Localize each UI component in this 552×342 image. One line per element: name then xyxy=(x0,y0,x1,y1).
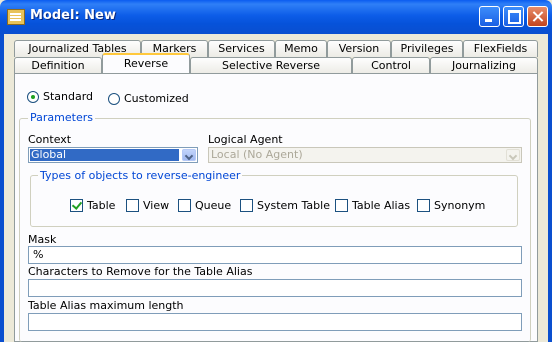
table-checkbox-label: Table xyxy=(87,199,116,212)
customized-radio[interactable] xyxy=(108,93,120,105)
types-legend: Types of objects to reverse-engineer xyxy=(38,169,243,182)
view-checkbox-label: View xyxy=(143,199,170,212)
tab-flexfields[interactable]: FlexFields xyxy=(463,40,538,57)
synonym-checkbox-label: Synonym xyxy=(434,199,486,212)
queue-checkbox[interactable] xyxy=(178,199,191,212)
mask-input[interactable]: % xyxy=(28,246,522,264)
queue-checkbox-label: Queue xyxy=(195,199,232,212)
tab-journalizing[interactable]: Journalizing xyxy=(430,57,538,74)
context-label: Context xyxy=(28,133,72,146)
tab-memo[interactable]: Memo xyxy=(275,40,327,57)
title-bar: Model: New xyxy=(0,0,552,34)
chevron-down-icon[interactable] xyxy=(182,149,196,161)
logical-agent-value: Local (No Agent) xyxy=(211,148,303,161)
context-value: Global xyxy=(30,149,179,161)
system-table-checkbox[interactable] xyxy=(240,199,253,212)
tab-selective-reverse[interactable]: Selective Reverse xyxy=(190,57,352,74)
tab-version[interactable]: Version xyxy=(327,40,391,57)
table-checkbox[interactable] xyxy=(70,199,83,212)
alias-maxlen-input[interactable] xyxy=(28,313,522,331)
alias-maxlen-label: Table Alias maximum length xyxy=(28,299,184,312)
window-title: Model: New xyxy=(30,8,116,23)
tab-control[interactable]: Control xyxy=(352,57,430,74)
minimize-button[interactable] xyxy=(479,6,500,27)
table-alias-checkbox-label: Table Alias xyxy=(352,199,411,212)
chevron-down-icon xyxy=(506,149,520,161)
chars-remove-label: Characters to Remove for the Table Alias xyxy=(28,265,253,278)
model-icon xyxy=(7,9,25,25)
tab-definition[interactable]: Definition xyxy=(14,57,102,74)
mask-label: Mask xyxy=(28,233,57,246)
standard-radio[interactable] xyxy=(27,91,39,103)
tab-reverse[interactable]: Reverse xyxy=(102,53,190,73)
system-table-checkbox-label: System Table xyxy=(257,199,330,212)
logical-agent-select: Local (No Agent) xyxy=(208,147,522,163)
close-button[interactable] xyxy=(527,6,548,27)
view-checkbox[interactable] xyxy=(126,199,139,212)
synonym-checkbox[interactable] xyxy=(417,199,430,212)
table-alias-checkbox[interactable] xyxy=(335,199,348,212)
tab-privileges[interactable]: Privileges xyxy=(391,40,463,57)
chars-remove-input[interactable] xyxy=(28,279,522,297)
customized-label: Customized xyxy=(124,92,189,105)
logical-agent-label: Logical Agent xyxy=(208,133,283,146)
parameters-legend: Parameters xyxy=(28,111,95,124)
standard-label: Standard xyxy=(43,90,94,103)
context-select[interactable]: Global xyxy=(28,147,198,163)
maximize-button[interactable] xyxy=(503,6,524,27)
tab-services[interactable]: Services xyxy=(208,40,275,57)
